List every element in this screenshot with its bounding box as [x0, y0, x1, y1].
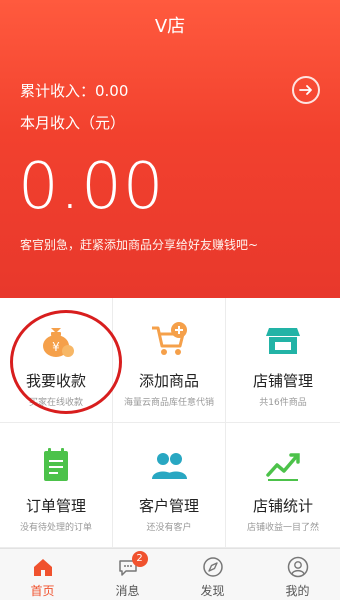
home-icon [31, 555, 55, 579]
tab-me-label: 我的 [285, 584, 310, 598]
tab-home-label: 首页 [30, 584, 55, 598]
order-management-subtitle: 没有待处理的订单 [19, 523, 92, 533]
store-management-tile[interactable]: 店铺管理 共16件商品 [226, 298, 340, 423]
message-icon: 2 [116, 551, 148, 579]
svg-text:¥: ¥ [52, 340, 60, 354]
promo-text: 客官别急，赶紧添加商品分享给好友赚钱吧~ [20, 238, 259, 252]
add-product-subtitle: 海量云商品库任意代销 [123, 398, 214, 408]
customer-management-tile[interactable]: 客户管理 还没有客户 [113, 423, 226, 548]
bottom-tab-bar: 首页 2 消息 发现 我的 [0, 548, 340, 600]
order-management-label: 订单管理 [25, 497, 86, 515]
tab-discover-label: 发现 [200, 584, 225, 598]
order-list-icon [36, 445, 76, 485]
receive-payment-label: 我要收款 [25, 372, 86, 390]
add-product-label: 添加商品 [138, 372, 199, 390]
compass-icon [201, 555, 225, 579]
customer-management-label: 客户管理 [138, 497, 199, 515]
feature-grid: ¥ 我要收款 买家在线收款 添加商品 海量云商品库任意代销 店铺管理 共16件商… [0, 298, 340, 548]
store-management-label: 店铺管理 [252, 372, 313, 390]
stats-icon [263, 445, 303, 485]
month-income-amount: 0.00 [18, 150, 165, 224]
cart-plus-icon [149, 320, 189, 360]
money-bag-icon: ¥ [36, 320, 76, 360]
store-management-subtitle: 共16件商品 [259, 398, 307, 408]
tab-messages[interactable]: 2 消息 [85, 549, 170, 600]
order-management-tile[interactable]: 订单管理 没有待处理的订单 [0, 423, 113, 548]
store-icon [263, 320, 303, 360]
store-stats-subtitle: 店铺收益一目了然 [246, 523, 319, 533]
receive-payment-tile[interactable]: ¥ 我要收款 买家在线收款 [0, 298, 113, 423]
receive-payment-subtitle: 买家在线收款 [28, 398, 83, 408]
customers-icon [149, 445, 189, 485]
arrow-right-icon [299, 85, 312, 95]
income-detail-button[interactable] [292, 76, 320, 104]
store-stats-label: 店铺统计 [252, 497, 313, 515]
store-stats-tile[interactable]: 店铺统计 店铺收益一目了然 [226, 423, 340, 548]
total-income-text: 累计收入：0.00 [20, 82, 129, 100]
month-income-label: 本月收入（元） [20, 114, 126, 132]
tab-me[interactable]: 我的 [255, 549, 340, 600]
tab-messages-label: 消息 [115, 584, 140, 598]
tab-discover[interactable]: 发现 [170, 549, 255, 600]
message-count-badge: 2 [131, 551, 148, 567]
customer-management-subtitle: 还没有客户 [146, 523, 192, 533]
add-product-tile[interactable]: 添加商品 海量云商品库任意代销 [113, 298, 226, 423]
tab-home[interactable]: 首页 [0, 549, 85, 600]
income-header: V店 累计收入：0.00 本月收入（元） 0.00 客官别急，赶紧添加商品分享给… [0, 0, 340, 298]
user-icon [286, 555, 310, 579]
app-title: V店 [154, 16, 186, 37]
